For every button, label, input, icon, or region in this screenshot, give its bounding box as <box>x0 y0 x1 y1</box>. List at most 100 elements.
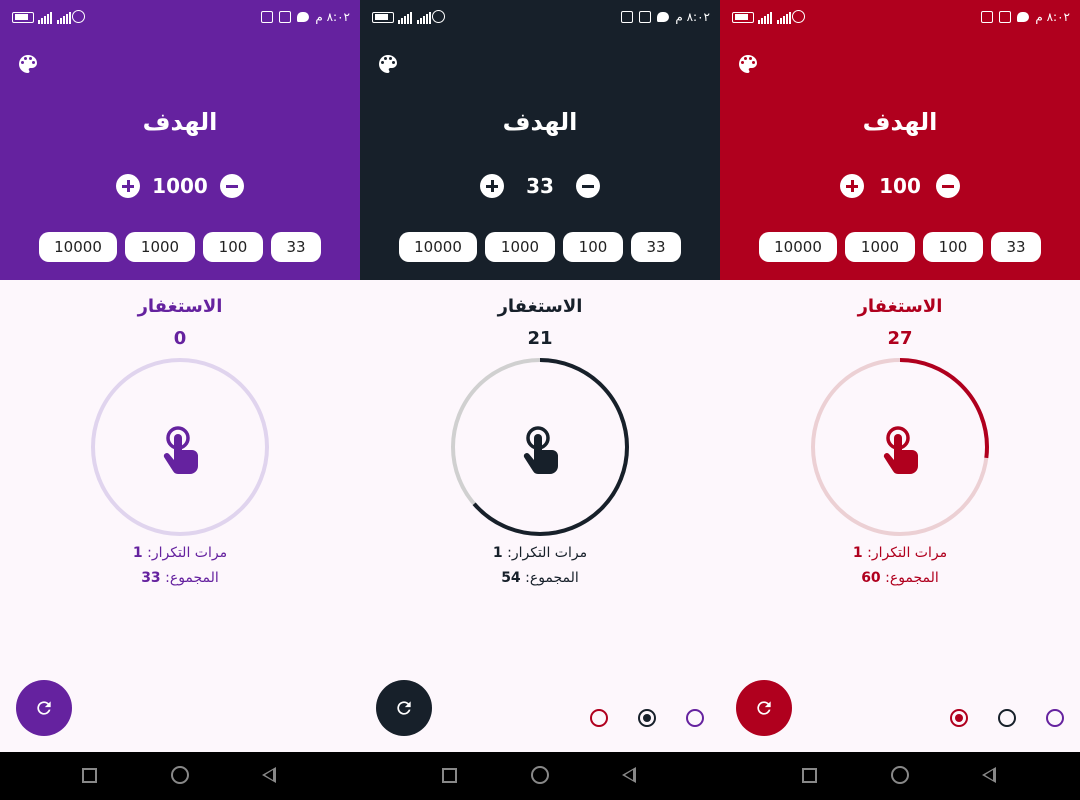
signal-bar <box>60 18 62 24</box>
plus-icon[interactable] <box>480 174 504 198</box>
touch-app-icon[interactable] <box>518 424 562 476</box>
theme-selector <box>950 709 1070 729</box>
signal-bar <box>47 14 49 24</box>
touch-app-icon[interactable] <box>878 424 922 476</box>
triangle-back-icon[interactable] <box>262 767 276 783</box>
preset-chip[interactable]: 33 <box>991 232 1041 262</box>
theme-radio[interactable] <box>590 709 608 727</box>
signal-bar <box>63 16 65 24</box>
status-right: ٨:٠٢ م <box>261 10 350 24</box>
goal-stepper: 100 <box>720 174 1080 198</box>
app-screen-1: ٨:٠٢ م الهدف 1000 10000 1000 100 33 الاستغفار 0 م… <box>0 0 360 752</box>
repetitions-stat: مرات التكرار: 1 <box>720 545 1080 561</box>
palette-icon[interactable] <box>16 52 40 76</box>
square-icon[interactable] <box>82 768 97 783</box>
refresh-icon <box>397 701 411 715</box>
goal-presets: 10000 1000 100 33 <box>0 232 360 262</box>
signal-bar <box>50 12 52 24</box>
minus-bar <box>942 184 954 188</box>
status-time: ٨:٠٢ م <box>1035 10 1070 24</box>
theme-radio[interactable] <box>1046 709 1064 727</box>
repetitions-stat: مرات التكرار: 1 <box>360 545 720 561</box>
minus-bar <box>582 184 594 188</box>
goal-stepper: 33 <box>360 174 720 198</box>
app-screen-3: ٨:٠٢ م الهدف 100 10000 1000 100 33 الاستغفار 27 م… <box>720 0 1080 752</box>
counter-value: 27 <box>887 328 913 349</box>
circle-icon[interactable] <box>171 766 189 784</box>
preset-chip[interactable]: 10000 <box>399 232 477 262</box>
total-value: 33 <box>141 570 161 586</box>
circle-icon[interactable] <box>891 766 909 784</box>
total-label: المجموع: <box>885 570 939 586</box>
notification-p-icon <box>261 11 274 23</box>
triangle-back-icon[interactable] <box>982 767 996 783</box>
plus-bar <box>126 180 130 192</box>
minus-bar <box>225 184 238 188</box>
minus-icon[interactable] <box>936 174 960 198</box>
theme-radio[interactable] <box>998 709 1016 727</box>
alarm-icon <box>432 10 445 23</box>
reset-button[interactable] <box>16 680 72 736</box>
preset-chip[interactable]: 100 <box>563 232 623 262</box>
dhikr-name: الاستغفار <box>857 296 943 317</box>
goal-value: 33 <box>526 174 554 198</box>
signal-bar <box>401 18 403 24</box>
goal-presets: 10000 1000 100 33 <box>720 232 1080 262</box>
preset-chip[interactable]: 1000 <box>125 232 195 262</box>
repetitions-stat: مرات التكرار: 1 <box>0 545 360 561</box>
battery-icon <box>12 12 34 23</box>
preset-chip[interactable]: 10000 <box>759 232 837 262</box>
minus-icon[interactable] <box>219 174 244 198</box>
repetitions-value: 1 <box>492 545 503 561</box>
triangle-back-icon[interactable] <box>622 767 636 783</box>
preset-chip[interactable]: 10000 <box>39 232 117 262</box>
preset-chip[interactable]: 1000 <box>845 232 915 262</box>
reset-button[interactable] <box>736 680 792 736</box>
total-stat: المجموع: 33 <box>0 570 360 586</box>
status-bar: ٨:٠٢ م <box>720 0 1080 36</box>
theme-radio[interactable] <box>950 709 968 727</box>
palette-icon[interactable] <box>376 52 400 76</box>
status-bar: ٨:٠٢ م <box>0 0 360 36</box>
signal-icon <box>398 11 431 24</box>
square-icon[interactable] <box>442 768 457 783</box>
battery-icon <box>372 12 394 23</box>
total-value: 60 <box>861 570 881 586</box>
reset-button[interactable] <box>376 680 432 736</box>
app-screen-2: ٨:٠٢ م الهدف 33 10000 1000 100 33 الاستغفار 21 مر… <box>360 0 720 752</box>
signal-bar <box>410 12 412 24</box>
preset-chip[interactable]: 33 <box>631 232 681 262</box>
status-right: ٨:٠٢ م <box>981 10 1070 24</box>
minus-icon[interactable] <box>576 174 600 198</box>
signal-bar <box>407 14 409 24</box>
chat-icon <box>657 12 670 22</box>
theme-radio[interactable] <box>686 709 704 727</box>
palette-icon[interactable] <box>736 52 760 76</box>
signal-bar <box>41 18 43 24</box>
theme-radio-dot <box>955 714 963 722</box>
refresh-icon <box>37 701 51 715</box>
signal-bar <box>767 14 769 24</box>
chat-icon <box>297 12 310 22</box>
signal-bar <box>783 16 785 24</box>
refresh-icon <box>757 701 771 715</box>
notification-p-icon <box>999 11 1012 23</box>
signal-bar <box>417 20 419 24</box>
signal-bar <box>426 14 428 24</box>
plus-icon[interactable] <box>840 174 864 198</box>
total-label: المجموع: <box>525 570 579 586</box>
preset-chip[interactable]: 1000 <box>485 232 555 262</box>
signal-bar <box>780 18 782 24</box>
preset-chip[interactable]: 100 <box>923 232 983 262</box>
signal-bar <box>44 16 46 24</box>
circle-icon[interactable] <box>531 766 549 784</box>
square-icon[interactable] <box>802 768 817 783</box>
plus-icon[interactable] <box>116 174 141 198</box>
signal-bar <box>786 14 788 24</box>
signal-bar <box>404 16 406 24</box>
touch-app-icon[interactable] <box>158 424 202 476</box>
preset-chip[interactable]: 33 <box>271 232 321 262</box>
theme-radio[interactable] <box>638 709 656 727</box>
plus-bar <box>490 180 494 192</box>
preset-chip[interactable]: 100 <box>203 232 263 262</box>
